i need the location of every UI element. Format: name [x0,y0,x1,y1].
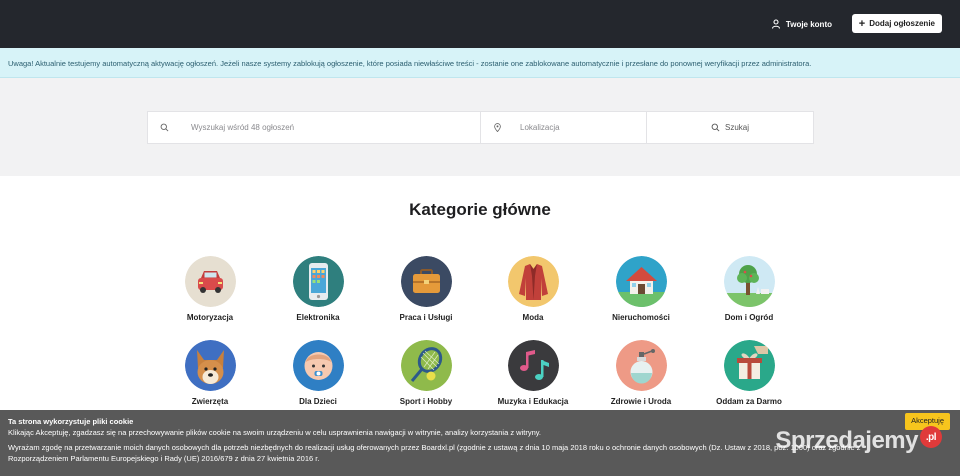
info-alert-banner: Uwaga! Aktualnie testujemy automatyczną … [0,48,960,78]
smartphone-icon [292,256,344,307]
jacket-icon [507,256,559,307]
category-motoryzacja[interactable]: Motoryzacja [155,256,265,322]
watermark-text: Sprzedajemy [775,427,918,454]
category-zwierzeta[interactable]: Zwierzęta [155,340,265,406]
search-hero: Wyszukaj wśród 48 ogłoszeń Lokalizacja S… [0,78,960,176]
location-pin-icon [494,123,501,132]
alert-text: Uwaga! Aktualnie testujemy automatyczną … [8,59,812,68]
briefcase-icon [400,256,452,307]
category-nieruchomosci[interactable]: Nieruchomości [586,256,696,322]
category-muzyka-i-edukacja[interactable]: Muzyka i Edukacja [478,340,588,406]
category-elektronika[interactable]: Elektronika [263,256,373,322]
add-listing-button[interactable]: + Dodaj ogłoszenie [851,14,942,33]
category-moda[interactable]: Moda [478,256,588,322]
category-label: Motoryzacja [186,313,234,322]
category-label: Muzyka i Edukacja [497,397,569,406]
search-button-label: Szukaj [724,123,749,132]
search-button[interactable]: Szukaj [647,112,813,143]
category-dla-dzieci[interactable]: Dla Dzieci [263,340,373,406]
garden-tree-icon [723,256,775,307]
search-placeholder: Wyszukaj wśród 48 ogłoszeń [191,123,295,132]
category-sport-i-hobby[interactable]: Sport i Hobby [371,340,481,406]
category-label: Moda [522,313,544,322]
watermark-logo: Sprzedajemy .pl [775,426,942,455]
music-notes-icon [507,340,559,391]
category-zdrowie-i-uroda[interactable]: Zdrowie i Uroda [586,340,696,406]
account-link[interactable]: Twoje konto [771,16,832,32]
account-label: Twoje konto [785,19,832,29]
location-placeholder: Lokalizacja [520,123,560,132]
search-icon [711,123,720,132]
perfume-bottle-icon [615,340,667,391]
baby-icon [292,340,344,391]
house-icon [615,256,667,307]
location-input[interactable]: Lokalizacja [481,112,647,143]
category-label: Zdrowie i Uroda [610,397,672,406]
category-label: Nieruchomości [612,313,670,322]
category-label: Praca i Usługi [399,313,453,322]
categories-title: Kategorie główne [409,200,551,219]
add-listing-label: Dodaj ogłoszenie [869,19,935,28]
search-bar: Wyszukaj wśród 48 ogłoszeń Lokalizacja S… [147,111,814,144]
category-praca-i-uslugi[interactable]: Praca i Usługi [371,256,481,322]
gift-icon [723,340,775,391]
cookie-title: Ta strona wykorzystuje pliki cookie [8,417,134,426]
plus-icon: + [858,17,866,30]
category-dom-i-ogrod[interactable]: Dom i Ogród [694,256,804,322]
category-label: Dla Dzieci [299,397,337,406]
category-label: Zwierzęta [191,397,229,406]
dog-icon [184,340,236,391]
cookie-text-line-3: Rozporządzeniem Parlamentu Europejskiego… [8,453,320,463]
search-icon [160,123,169,132]
user-icon [771,19,780,29]
category-label: Oddam za Darmo [716,397,782,406]
top-navigation-bar: Twoje konto + Dodaj ogłoszenie [0,0,960,48]
car-icon [184,256,236,307]
watermark-suffix: .pl [920,426,942,448]
category-label: Elektronika [296,313,340,322]
category-label: Dom i Ogród [724,313,774,322]
search-input[interactable]: Wyszukaj wśród 48 ogłoszeń [148,112,481,143]
category-label: Sport i Hobby [399,397,453,406]
category-oddam-za-darmo[interactable]: Oddam za Darmo [694,340,804,406]
tennis-racket-icon [400,340,452,391]
